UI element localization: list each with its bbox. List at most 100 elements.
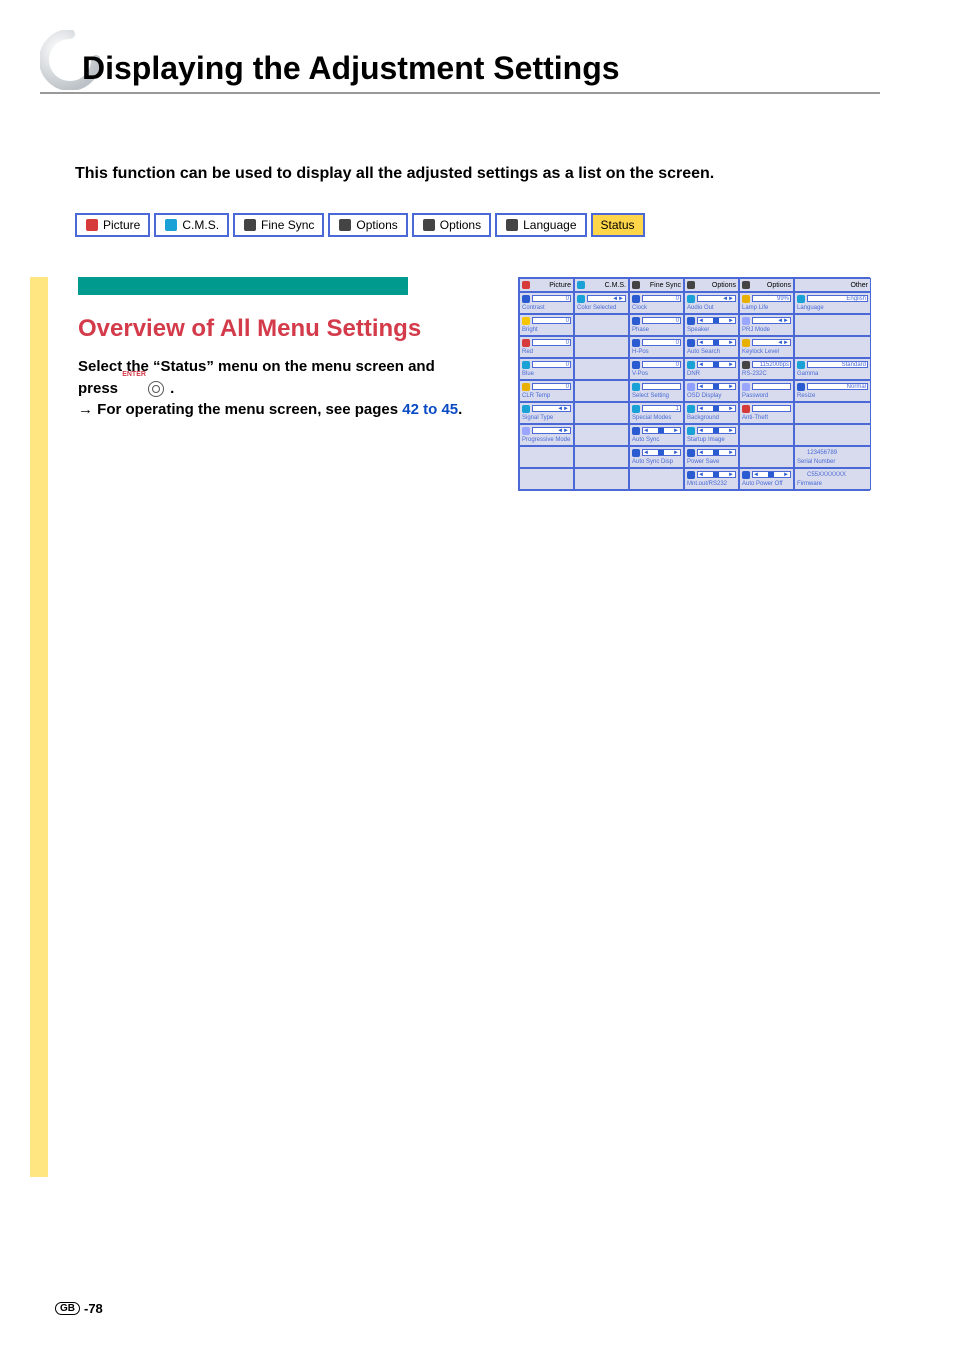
setting-value: 0 bbox=[532, 361, 571, 368]
status-header: Fine Sync bbox=[629, 278, 684, 292]
tab-language[interactable]: Language bbox=[495, 213, 586, 237]
status-cell bbox=[519, 468, 574, 490]
tab-picture[interactable]: Picture bbox=[75, 213, 150, 237]
setting-label: Select Setting bbox=[632, 392, 681, 399]
setting-label: Color Selected bbox=[577, 304, 626, 311]
status-cell: 123456789Serial Number bbox=[794, 446, 871, 468]
setting-value: ◄► bbox=[532, 427, 571, 434]
status-cell bbox=[519, 446, 574, 468]
status-cell: ◄►OSD Display bbox=[684, 380, 739, 402]
tab-label: Status bbox=[601, 218, 635, 232]
setting-label: Blue bbox=[522, 370, 571, 377]
status-cell: ◄►Progressive Mode bbox=[519, 424, 574, 446]
status-header: Options bbox=[684, 278, 739, 292]
instruction-text: Select the “Status” menu on the menu scr… bbox=[78, 356, 478, 421]
setting-label: Resize bbox=[797, 392, 868, 399]
setting-value: ◄► bbox=[752, 339, 791, 346]
setting-icon bbox=[522, 427, 530, 435]
setting-value: 0 bbox=[532, 339, 571, 346]
tab-cms[interactable]: C.M.S. bbox=[154, 213, 229, 237]
status-cell bbox=[739, 424, 794, 446]
setting-label: Bright bbox=[522, 326, 571, 333]
status-cell: C55XXXXXXXFirmware bbox=[794, 468, 871, 490]
setting-icon bbox=[632, 405, 640, 413]
setting-icon bbox=[687, 405, 695, 413]
setting-icon bbox=[687, 361, 695, 369]
setting-icon bbox=[687, 317, 695, 325]
setting-label: H-Pos bbox=[632, 348, 681, 355]
setting-value: 0 bbox=[642, 317, 681, 324]
header-label: Other bbox=[850, 282, 868, 289]
tab-options[interactable]: Options bbox=[412, 213, 491, 237]
status-cell: ◄►Auto Search bbox=[684, 336, 739, 358]
status-cell: ◄►Speaker bbox=[684, 314, 739, 336]
instr-part2a: For operating the menu screen, see pages bbox=[97, 401, 402, 418]
status-cell: 0Phase bbox=[629, 314, 684, 336]
status-cell bbox=[794, 336, 871, 358]
setting-value: Standard bbox=[807, 361, 868, 368]
tab-status[interactable]: Status bbox=[591, 213, 645, 237]
header-icon bbox=[632, 281, 640, 289]
setting-icon bbox=[797, 449, 805, 457]
setting-icon bbox=[522, 383, 530, 391]
status-cell: ◄►Startup Image bbox=[684, 424, 739, 446]
status-cell bbox=[574, 446, 629, 468]
status-cell: 0 Bright bbox=[519, 314, 574, 336]
status-cell: ◄►Power Save bbox=[684, 446, 739, 468]
setting-icon bbox=[522, 405, 530, 413]
section-title: Overview of All Menu Settings bbox=[78, 315, 478, 344]
status-header: Picture bbox=[519, 278, 574, 292]
header-icon bbox=[577, 281, 585, 289]
tab-label: C.M.S. bbox=[182, 218, 219, 232]
setting-icon bbox=[522, 295, 530, 303]
setting-value: ◄► bbox=[587, 295, 626, 302]
setting-icon bbox=[632, 361, 640, 369]
setting-icon bbox=[797, 383, 805, 391]
setting-value: 123456789 bbox=[807, 449, 868, 456]
setting-label: OSD Display bbox=[687, 392, 736, 399]
header-icon bbox=[522, 281, 530, 289]
setting-value: 115200bps bbox=[752, 361, 791, 368]
fine-sync-icon bbox=[243, 218, 257, 232]
setting-label: Auto Search bbox=[687, 348, 736, 355]
page-ref-link[interactable]: 42 to 45 bbox=[402, 401, 458, 418]
status-cell: 0 H-Pos bbox=[629, 336, 684, 358]
status-cell bbox=[794, 314, 871, 336]
setting-label: Clock bbox=[632, 304, 681, 311]
page-num-value: -78 bbox=[84, 1301, 103, 1316]
setting-value: ◄► bbox=[697, 427, 736, 434]
setting-icon bbox=[797, 471, 805, 479]
setting-value: ◄► bbox=[697, 317, 736, 324]
setting-value: 99% bbox=[752, 295, 791, 302]
setting-value: 0 bbox=[532, 295, 571, 302]
setting-label: CLR Temp bbox=[522, 392, 571, 399]
header-label: C.M.S. bbox=[605, 282, 626, 289]
setting-label: Auto Power Off bbox=[742, 480, 791, 487]
status-cell: 0Red bbox=[519, 336, 574, 358]
status-cell: ◄►Keylock Level bbox=[739, 336, 794, 358]
setting-icon bbox=[742, 295, 750, 303]
status-cell bbox=[794, 402, 871, 424]
instr-part1-end: . bbox=[166, 380, 174, 397]
setting-icon bbox=[687, 449, 695, 457]
setting-icon bbox=[687, 339, 695, 347]
setting-value: ◄► bbox=[752, 317, 791, 324]
status-cell: EnglishLanguage bbox=[794, 292, 871, 314]
setting-value: 0 bbox=[532, 317, 571, 324]
setting-label: Power Save bbox=[687, 458, 736, 465]
section-teal-bar bbox=[78, 277, 408, 295]
instr-part2b: . bbox=[458, 401, 462, 418]
status-cell: ◄►DNR bbox=[684, 358, 739, 380]
tab-finesync[interactable]: Fine Sync bbox=[233, 213, 324, 237]
setting-icon bbox=[632, 427, 640, 435]
tab-options[interactable]: Options bbox=[328, 213, 407, 237]
setting-icon bbox=[742, 361, 750, 369]
setting-value: 0 bbox=[642, 339, 681, 346]
status-cell: StandardGamma bbox=[794, 358, 871, 380]
status-cell bbox=[574, 358, 629, 380]
setting-value bbox=[642, 383, 681, 390]
enter-key-icon bbox=[148, 381, 164, 397]
status-cell: 115200bpsRS-232C bbox=[739, 358, 794, 380]
enter-label: ENTER bbox=[122, 371, 146, 378]
status-cell: 1Special Modes bbox=[629, 402, 684, 424]
